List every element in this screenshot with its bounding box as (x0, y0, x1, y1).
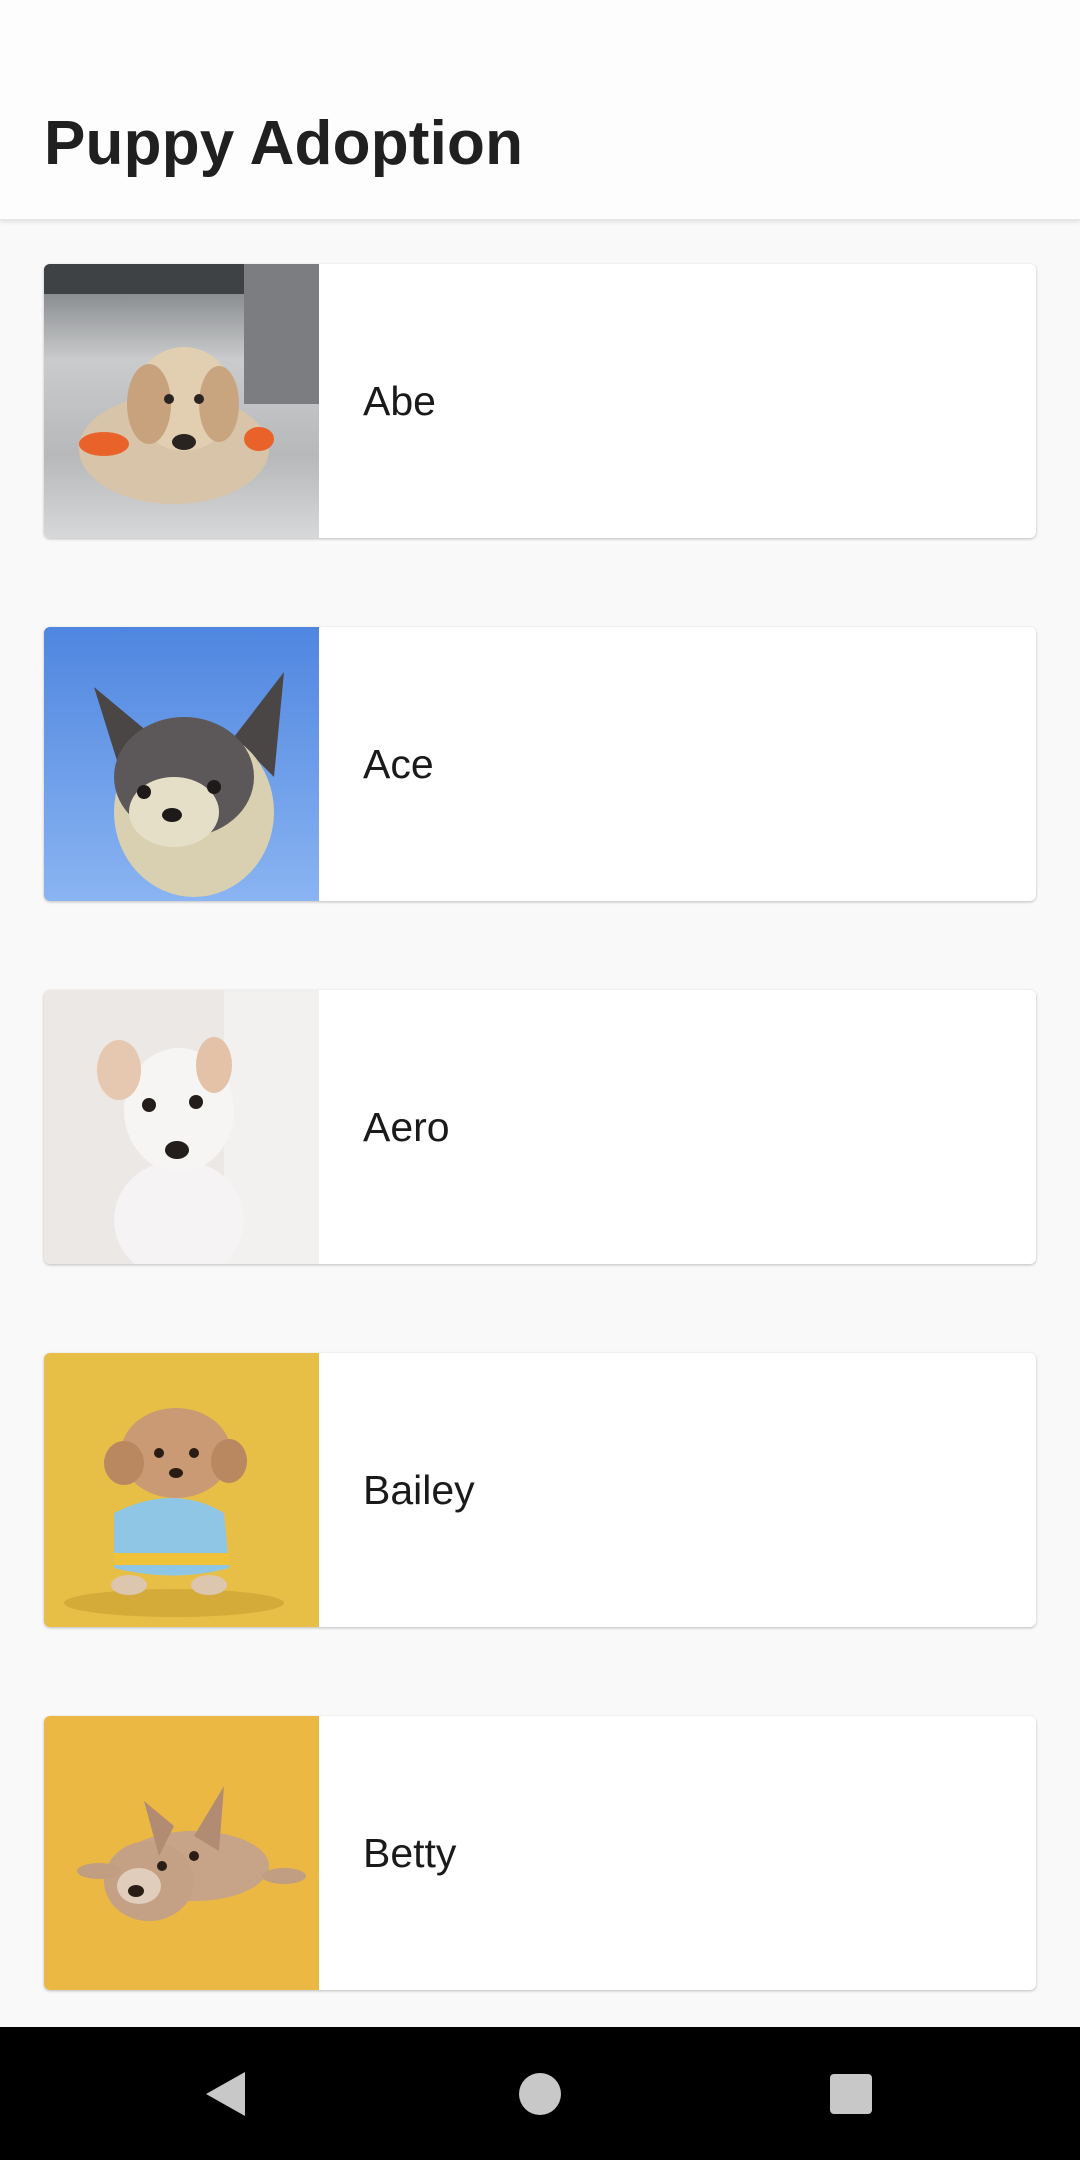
page-title: Puppy Adoption (44, 109, 524, 178)
puppy-card-abe[interactable]: Abe (44, 264, 1036, 538)
back-triangle-icon[interactable] (165, 2027, 285, 2160)
puppy-photo (44, 1716, 319, 1990)
app-bar: Puppy Adoption (0, 0, 1080, 220)
puppy-photo (44, 627, 319, 901)
puppy-name: Ace (363, 741, 434, 787)
puppy-list[interactable]: Abe Ace Aero Bailey Betty (0, 220, 1080, 2027)
puppy-card-betty[interactable]: Betty (44, 1716, 1036, 1990)
puppy-photo (44, 1353, 319, 1627)
home-circle-icon[interactable] (480, 2027, 600, 2160)
puppy-card-aero[interactable]: Aero (44, 990, 1036, 1264)
puppy-photo (44, 990, 319, 1264)
puppy-name: Betty (363, 1830, 457, 1876)
puppy-card-ace[interactable]: Ace (44, 627, 1036, 901)
puppy-name: Bailey (363, 1467, 475, 1513)
puppy-card-bailey[interactable]: Bailey (44, 1353, 1036, 1627)
puppy-photo (44, 264, 319, 538)
puppy-name: Abe (363, 378, 436, 424)
puppy-name: Aero (363, 1104, 450, 1150)
system-nav-bar (0, 2027, 1080, 2160)
recents-square-icon[interactable] (791, 2027, 911, 2160)
